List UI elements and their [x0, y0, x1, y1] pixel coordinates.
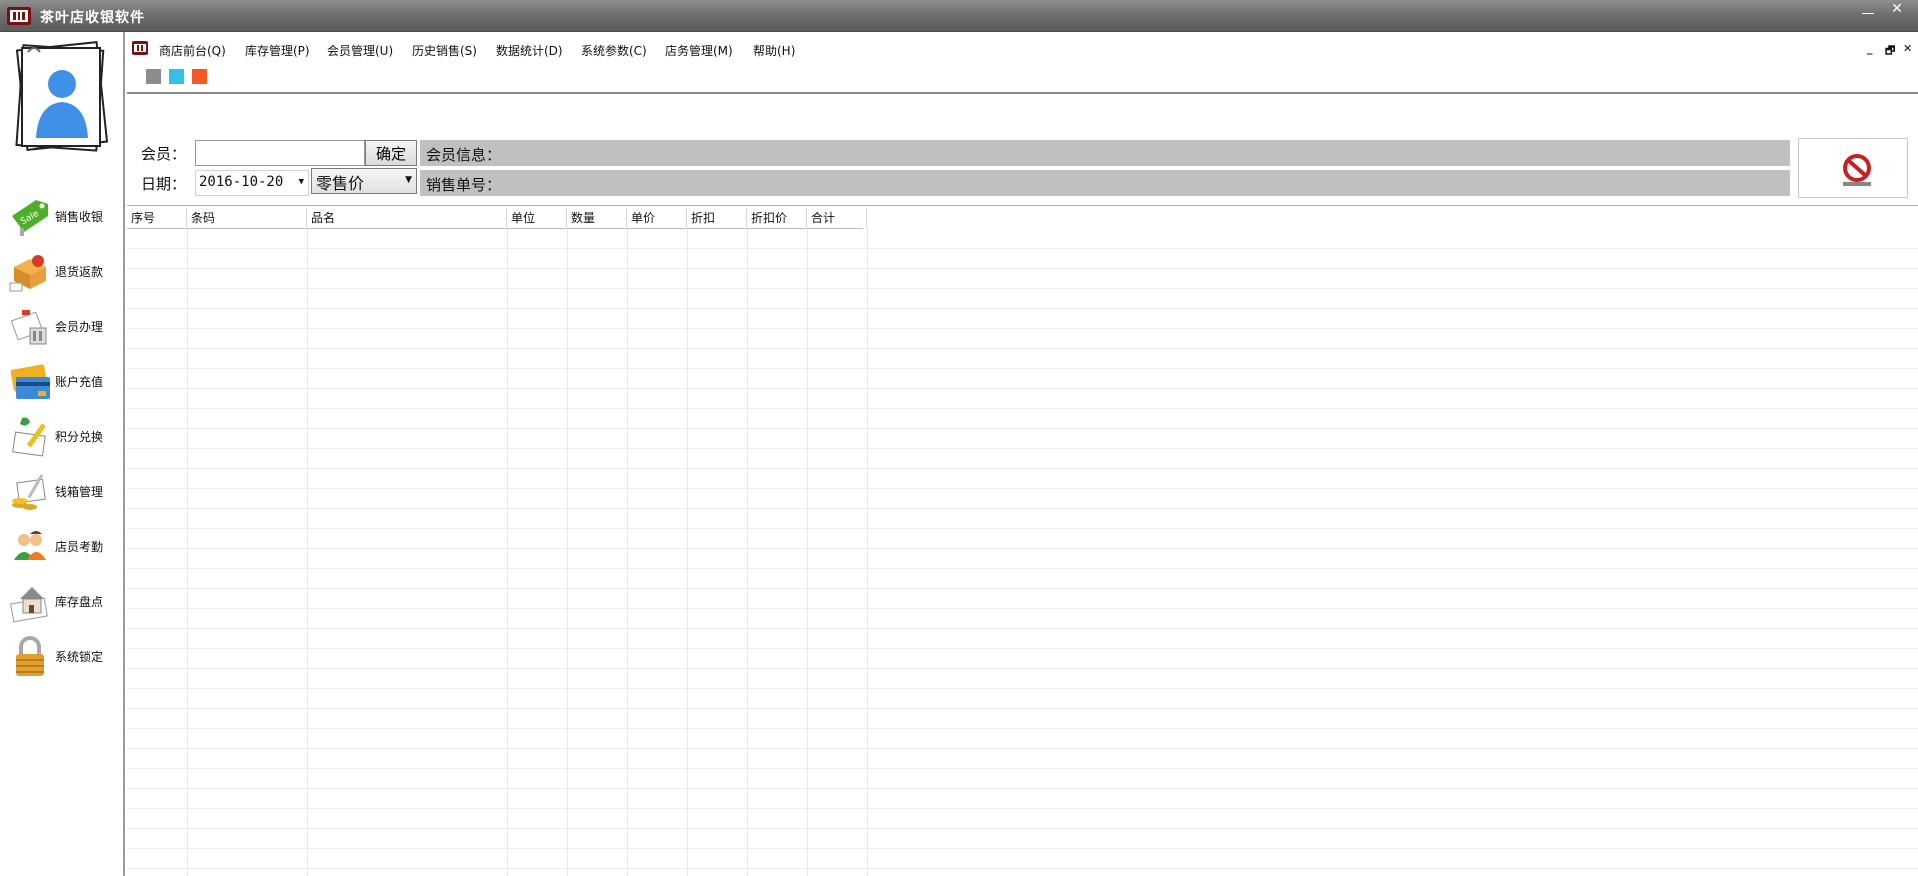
- grid-column-divider: [187, 229, 188, 876]
- close-button[interactable]: ✕: [1884, 2, 1910, 16]
- grid-column-divider: [567, 229, 568, 876]
- cash-box-icon: [12, 474, 46, 510]
- member-info-label: 会员信息：: [426, 146, 502, 164]
- sidebar-item-label: 积分兑换: [55, 430, 104, 444]
- grid-body[interactable]: [127, 229, 1918, 876]
- grid-column-divider: [807, 229, 808, 876]
- main-panel: 商店前台(Q) 库存管理(P) 会员管理(U) 历史销售(S) 数据统计(D) …: [127, 32, 1918, 876]
- sidebar-item-lock[interactable]: 系统锁定: [0, 630, 123, 682]
- sale-number-label: 销售单号：: [426, 176, 502, 194]
- sidebar-item-cashbox[interactable]: 钱箱管理: [0, 465, 123, 517]
- inventory-house-icon: [10, 587, 48, 623]
- app-logo-icon: [7, 7, 31, 25]
- sidebar-item-points[interactable]: 积分兑换: [0, 410, 123, 462]
- window-title: 茶叶店收银软件: [40, 10, 145, 26]
- sidebar: Sale 销售收银 退货返款 会员办理 账户充值 积分兑换 钱箱管理 店员考勤 …: [0, 32, 125, 876]
- sale-tag-icon: Sale: [12, 200, 48, 236]
- column-header[interactable]: 数量: [567, 208, 627, 229]
- sidebar-item-inventory[interactable]: 库存盘点: [0, 575, 123, 627]
- chevron-down-icon: ▼: [405, 175, 412, 185]
- staff-icon: [14, 531, 46, 560]
- user-avatar-icon: [15, 40, 108, 152]
- chevron-down-icon: ▼: [298, 177, 304, 187]
- sale-form: 会员： 确定 会员信息： 日期： 2016-10-20 ▼ 零售价 ▼ 销售单号…: [127, 96, 1918, 206]
- sidebar-item-label: 钱箱管理: [55, 485, 104, 499]
- sidebar-item-label: 账户充值: [55, 375, 104, 389]
- menu-system-params[interactable]: 系统参数(C): [581, 42, 647, 59]
- sidebar-item-label: 退货返款: [55, 265, 104, 279]
- column-header[interactable]: 折扣价: [747, 208, 807, 229]
- confirm-button[interactable]: 确定: [365, 140, 417, 166]
- sidebar-item-label: 销售收银: [55, 210, 104, 224]
- sidebar-item-recharge[interactable]: 账户充值: [0, 355, 123, 407]
- menu-statistics[interactable]: 数据统计(D): [496, 42, 563, 59]
- sidebar-item-label: 会员办理: [55, 320, 104, 334]
- member-input[interactable]: [195, 140, 365, 166]
- menu-help[interactable]: 帮助(H): [753, 42, 795, 59]
- padlock-icon: [16, 636, 44, 676]
- grid-column-divider: [507, 229, 508, 876]
- points-exchange-icon: [12, 417, 46, 457]
- date-label: 日期：: [141, 175, 187, 193]
- sidebar-item-return[interactable]: 退货返款: [0, 245, 123, 297]
- column-header[interactable]: 品名: [307, 208, 507, 229]
- column-header[interactable]: 单价: [627, 208, 687, 229]
- mdi-minimize-button[interactable]: _: [1867, 42, 1873, 55]
- exit-button[interactable]: [1798, 138, 1908, 198]
- grid-column-divider: [747, 229, 748, 876]
- credit-card-icon: [10, 364, 50, 399]
- menu-bar: 商店前台(Q) 库存管理(P) 会员管理(U) 历史销售(S) 数据统计(D) …: [127, 32, 1918, 94]
- menu-member[interactable]: 会员管理(U): [327, 42, 393, 59]
- sidebar-item-label: 店员考勤: [55, 540, 104, 554]
- sale-number-bar: 销售单号：: [420, 170, 1790, 196]
- column-header[interactable]: 单位: [507, 208, 567, 229]
- member-label: 会员：: [141, 145, 187, 163]
- mdi-close-button[interactable]: ✕: [1903, 42, 1912, 55]
- sidebar-item-attendance[interactable]: 店员考勤: [0, 520, 123, 572]
- menu-sales-history[interactable]: 历史销售(S): [412, 42, 477, 59]
- date-picker[interactable]: 2016-10-20 ▼: [195, 170, 309, 196]
- sales-grid[interactable]: 序号 条码 品名 单位 数量 单价 折扣 折扣价 合计: [127, 208, 1918, 876]
- sidebar-item-sales[interactable]: Sale 销售收银: [0, 190, 123, 242]
- price-type-value: 零售价: [316, 174, 365, 193]
- member-card-icon: [10, 310, 47, 345]
- grid-column-divider: [867, 229, 868, 876]
- column-header[interactable]: 折扣: [687, 208, 747, 229]
- menu-store-affairs[interactable]: 店务管理(M): [665, 42, 733, 59]
- theme-swatch-gray[interactable]: [146, 69, 161, 84]
- sidebar-item-label: 系统锁定: [55, 650, 104, 664]
- return-box-icon: [9, 255, 46, 292]
- grid-column-divider: [687, 229, 688, 876]
- grid-column-divider: [307, 229, 308, 876]
- column-header[interactable]: 序号: [127, 208, 187, 229]
- column-header[interactable]: 条码: [187, 208, 307, 229]
- no-entry-icon: [1843, 154, 1871, 186]
- column-header[interactable]: 合计: [807, 208, 867, 229]
- sidebar-item-label: 库存盘点: [55, 595, 104, 609]
- theme-swatch-blue[interactable]: [169, 69, 184, 84]
- mdi-restore-button[interactable]: 🗗: [1885, 42, 1895, 61]
- menu-inventory[interactable]: 库存管理(P): [245, 42, 310, 59]
- title-bar: 茶叶店收银软件 ✕: [0, 0, 1918, 32]
- minimize-button[interactable]: [1862, 4, 1874, 14]
- grid-column-divider: [627, 229, 628, 876]
- member-info-bar: 会员信息：: [420, 140, 1790, 166]
- theme-swatch-orange[interactable]: [192, 69, 207, 84]
- grid-header: 序号 条码 品名 单位 数量 单价 折扣 折扣价 合计: [127, 208, 867, 229]
- sidebar-item-member[interactable]: 会员办理: [0, 300, 123, 352]
- menu-storefront[interactable]: 商店前台(Q): [159, 42, 226, 59]
- menu-app-icon: [132, 41, 148, 55]
- date-value: 2016-10-20: [199, 174, 284, 190]
- price-type-select[interactable]: 零售价 ▼: [311, 168, 417, 194]
